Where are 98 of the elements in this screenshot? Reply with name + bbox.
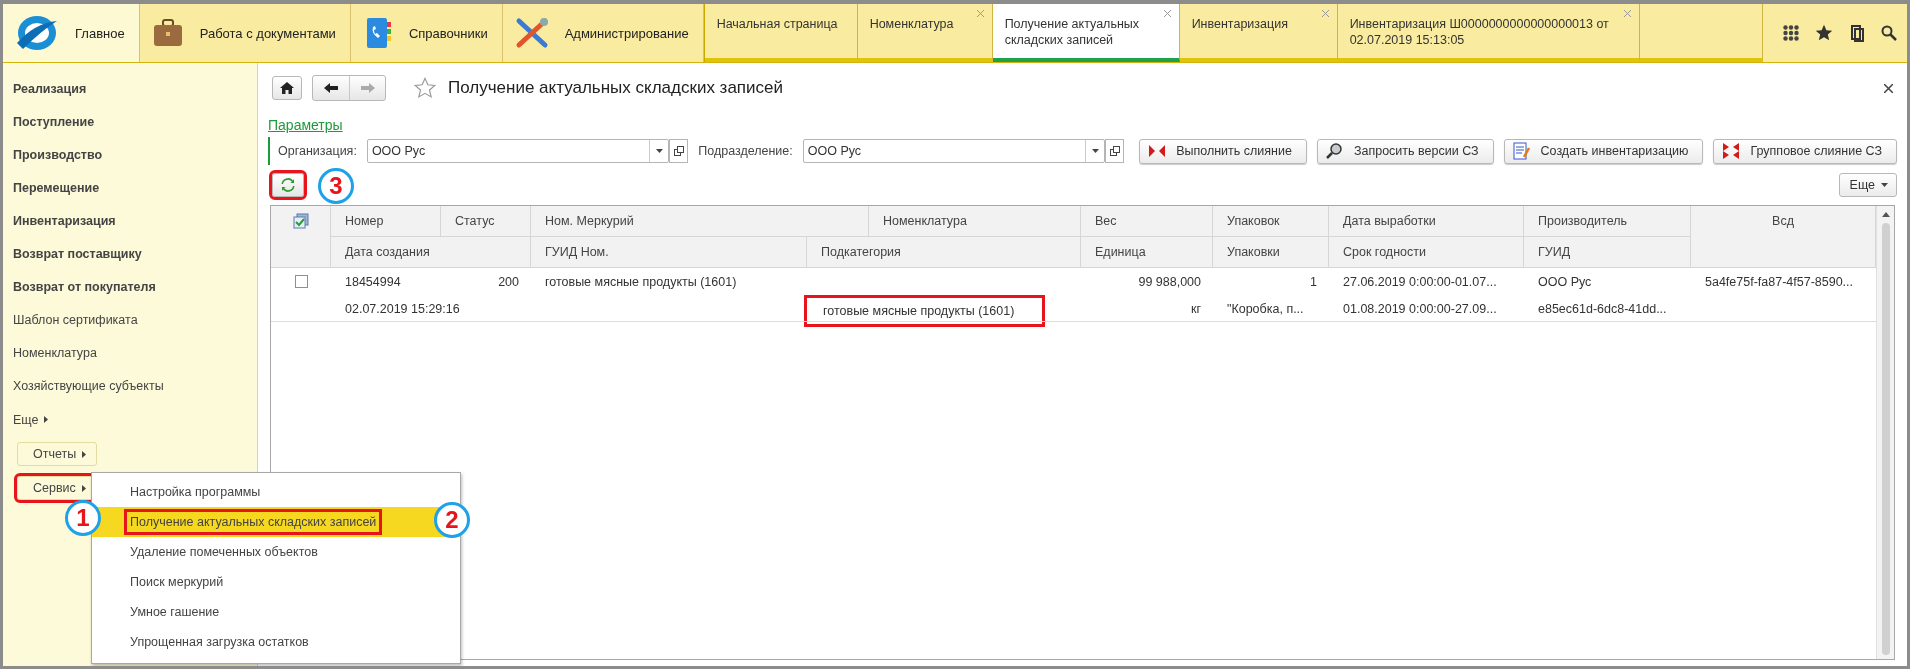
- sidebar-item[interactable]: Хозяйствующие субъекты: [13, 370, 257, 403]
- home-button[interactable]: [272, 76, 302, 100]
- merge-arrows-icon: [1148, 143, 1167, 159]
- menu-item[interactable]: Умное гашение: [92, 597, 460, 627]
- caret-icon: [82, 450, 87, 458]
- right-arrow-icon: [360, 83, 375, 93]
- table-cell: готовые мясные продукты (1601): [807, 297, 1043, 324]
- scrollbar[interactable]: [1876, 206, 1894, 659]
- column-header[interactable]: Дата выработки: [1329, 206, 1524, 237]
- magnifier-icon: [1325, 143, 1344, 159]
- search-icon[interactable]: [1881, 25, 1897, 41]
- check-all-icon[interactable]: [292, 213, 309, 229]
- logo-icon: [15, 13, 59, 53]
- document-pencil-icon: [1512, 142, 1531, 160]
- briefcase-icon: [151, 18, 184, 48]
- caret-icon: [81, 484, 86, 492]
- table-cell: 02.07.2019 15:29:16: [345, 301, 460, 316]
- section-tab[interactable]: Главное: [3, 4, 140, 62]
- table-cell: 200: [498, 274, 519, 289]
- column-header[interactable]: Дата создания: [331, 237, 531, 268]
- column-header[interactable]: Ном. Меркурий: [531, 206, 869, 237]
- scroll-up-icon[interactable]: [1881, 212, 1890, 217]
- copy-icon[interactable]: [1849, 24, 1865, 42]
- column-header[interactable]: Номер: [331, 206, 441, 237]
- more-link[interactable]: Еще: [13, 403, 49, 436]
- sidebar-item[interactable]: Перемещение: [13, 172, 257, 205]
- column-header[interactable]: ГУИД Ном.: [531, 237, 807, 268]
- column-header[interactable]: Всд: [1691, 206, 1876, 268]
- sidebar-item[interactable]: Поступление: [13, 106, 257, 139]
- table-cell: 5a4fe75f-fa87-4f57-8590...: [1705, 274, 1854, 289]
- sidebar-item[interactable]: Возврат поставщику: [13, 238, 257, 271]
- menu-item[interactable]: Упрощенная загрузка остатков: [92, 627, 460, 657]
- caret-icon: [1881, 183, 1888, 187]
- group-merge-icon: [1722, 142, 1741, 160]
- dropdown-arrow-icon[interactable]: [655, 149, 663, 153]
- tools-icon: [514, 17, 549, 49]
- caret-icon: [44, 416, 49, 423]
- row-checkbox[interactable]: [294, 275, 308, 288]
- form-title: Получение актуальных складских записей: [448, 78, 783, 98]
- sidebar-item[interactable]: Реализация: [13, 73, 257, 106]
- menu-item[interactable]: Поиск меркурий: [92, 567, 460, 597]
- action-button[interactable]: Выполнить слияние: [1139, 138, 1307, 164]
- left-arrow-icon: [324, 83, 338, 93]
- column-header[interactable]: Срок годности: [1329, 237, 1524, 268]
- sidebar-item[interactable]: Инвентаризация: [13, 205, 257, 238]
- dropdown-arrow-icon[interactable]: [1091, 149, 1099, 153]
- action-button[interactable]: Запросить версии СЗ: [1316, 138, 1494, 164]
- parameters-link[interactable]: Параметры: [268, 117, 343, 133]
- column-header[interactable]: ГУИД: [1524, 237, 1691, 268]
- table-cell: готовые мясные продукты (1601): [545, 274, 737, 289]
- sidebar-item[interactable]: Шаблон сертификата: [13, 304, 257, 337]
- home-icon: [280, 82, 294, 94]
- table-cell: 27.06.2019 0:00:00-01.07...: [1343, 274, 1497, 289]
- table-cell: "Коробка, п...: [1227, 301, 1304, 316]
- document-tab[interactable]: Начальная страница: [704, 4, 858, 62]
- column-header[interactable]: Статус: [441, 206, 531, 237]
- document-tab[interactable]: Номенклатура: [857, 4, 993, 62]
- column-header[interactable]: Единица: [1081, 237, 1213, 268]
- sidebar-item[interactable]: Производство: [13, 139, 257, 172]
- sidebar-item[interactable]: Номенклатура: [13, 337, 257, 370]
- document-tab[interactable]: Инвентаризация: [1179, 4, 1338, 62]
- column-header[interactable]: Производитель: [1524, 206, 1691, 237]
- column-header[interactable]: Вес: [1081, 206, 1213, 237]
- windows-icon: [673, 146, 684, 156]
- field-label: Подразделение:: [698, 144, 793, 158]
- column-header[interactable]: Подкатегория: [807, 237, 1081, 268]
- refresh-icon: [281, 178, 295, 192]
- table-cell: e85ec61d-6dc8-41dd...: [1538, 301, 1667, 316]
- select-field[interactable]: ООО Рус: [366, 139, 670, 163]
- column-header[interactable]: Номенклатура: [869, 206, 1081, 237]
- more-button[interactable]: Еще: [1838, 173, 1897, 197]
- document-tab[interactable]: Получение актуальных складских записей: [992, 4, 1180, 62]
- windows-icon: [1109, 146, 1120, 156]
- action-button[interactable]: Групповое слияние СЗ: [1713, 138, 1897, 164]
- action-button[interactable]: Создать инвентаризацию: [1503, 138, 1704, 164]
- document-tab[interactable]: Инвентаризация Ш0000000000000000013 от 02.07.2019 15:13:05: [1337, 4, 1640, 62]
- apps-grid-icon[interactable]: [1783, 25, 1799, 41]
- table-cell: ООО Рус: [1538, 274, 1592, 289]
- sidebar-item[interactable]: Возврат от покупателя: [13, 271, 257, 304]
- open-button[interactable]: [1105, 139, 1125, 163]
- table-cell: 01.08.2019 0:00:00-27.09...: [1343, 301, 1497, 316]
- open-button[interactable]: [669, 139, 689, 163]
- table-cell: 99 988,000: [1138, 274, 1201, 289]
- table-cell: 18454994: [345, 274, 401, 289]
- step-number: 3: [318, 168, 354, 204]
- sidebar-button[interactable]: Отчеты: [17, 442, 98, 466]
- step-number: 2: [434, 502, 470, 538]
- refresh-button[interactable]: [272, 173, 304, 197]
- select-field[interactable]: ООО Рус: [802, 139, 1105, 163]
- table-cell: кг: [1190, 301, 1201, 316]
- menu-item[interactable]: Удаление помеченных объектов: [92, 537, 460, 567]
- star-icon[interactable]: [414, 77, 436, 99]
- table-cell: 1: [1310, 274, 1317, 289]
- star-icon[interactable]: [1815, 24, 1833, 42]
- field-label: Организация:: [278, 144, 357, 158]
- close-icon[interactable]: [1884, 83, 1893, 93]
- column-header[interactable]: Упаковок: [1213, 206, 1329, 237]
- column-header[interactable]: Упаковки: [1213, 237, 1329, 268]
